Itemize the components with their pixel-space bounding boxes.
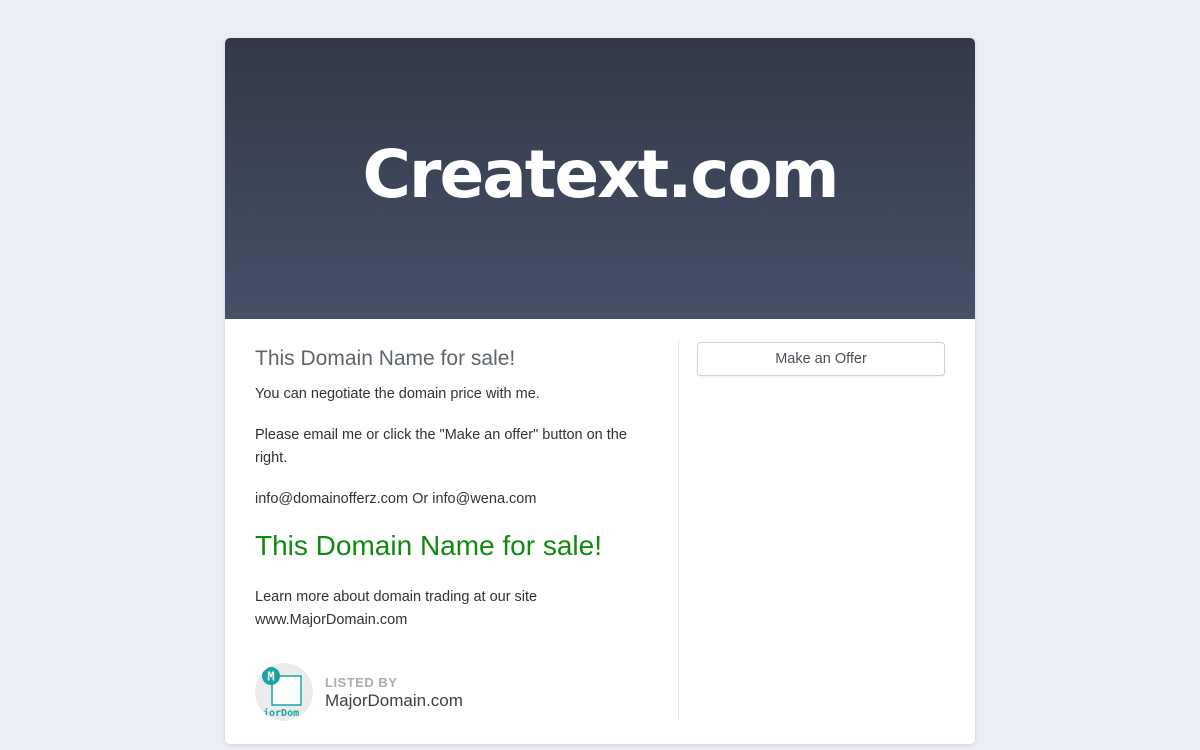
logo-badge-letter: M [267,670,274,684]
learn-more-line1: Learn more about domain trading at our s… [255,589,538,605]
domain-title: Creatext.com [362,136,839,213]
negotiate-text: You can negotiate the domain price with … [255,386,540,402]
make-offer-button[interactable]: Make an Offer [697,342,945,376]
majordomain-logo[interactable]: M jorDom [255,663,313,721]
sale-banner-text: This Domain Name for sale! [255,530,603,561]
listed-by-name[interactable]: MajorDomain.com [325,691,463,711]
email-prompt-text: Please email me or click the "Make an of… [255,427,627,466]
learn-more-text: Learn more about domain trading at our s… [255,586,655,632]
offer-panel: Make an Offer [697,342,945,376]
logo-icon: M jorDom [262,667,302,719]
column-divider [678,341,679,721]
listed-by-section: M jorDom LISTED BY MajorDomain.com [255,663,655,723]
contact-emails: info@domainofferz.com Or info@wena.com [255,491,537,507]
learn-more-link[interactable]: www.MajorDomain.com [255,612,407,628]
domain-sale-card: Creatext.com This Domain Name for sale! … [225,38,975,744]
hero-banner: Creatext.com [225,38,975,319]
sale-heading: This Domain Name for sale! [255,347,516,370]
listed-by-label: LISTED BY [325,675,398,690]
logo-wordmark: jorDom [263,707,299,719]
